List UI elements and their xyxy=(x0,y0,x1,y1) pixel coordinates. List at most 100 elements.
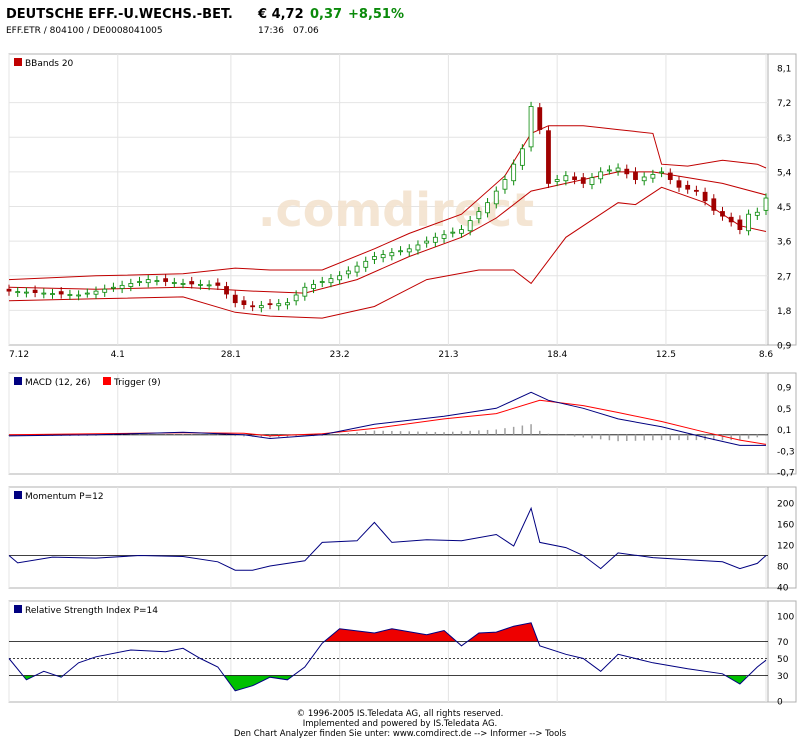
legend-rsi: Relative Strength Index P=14 xyxy=(25,606,158,616)
candle-body xyxy=(424,240,430,244)
candle-body xyxy=(441,234,447,239)
x-tick-label: 7.12 xyxy=(9,350,29,360)
candle-body xyxy=(32,289,38,293)
y-tick-label: 70 xyxy=(777,638,789,648)
candle-body xyxy=(293,294,299,302)
y-tick-label: 8,1 xyxy=(777,65,791,75)
candle-body xyxy=(189,281,195,285)
legend-macd: MACD (12, 26) xyxy=(25,378,91,388)
candle-body xyxy=(398,250,403,253)
y-tick-label: 40 xyxy=(777,584,789,594)
candle-body xyxy=(258,305,264,309)
candle-body xyxy=(432,236,438,243)
candle-body xyxy=(589,177,595,185)
candle-body xyxy=(267,303,273,306)
y-tick-label: 50 xyxy=(777,655,789,665)
chart-canvas: .comdirect 8,1 7,2 6,3 5,4 4,5 3,6 2,7 1,8 0,9 0,… xyxy=(6,53,797,708)
candle-body xyxy=(676,180,682,188)
legend-trigger: Trigger (9) xyxy=(113,378,161,388)
candle-body xyxy=(380,254,386,259)
candle-body xyxy=(328,278,334,284)
legend-swatch-bbands xyxy=(14,58,22,66)
y-tick-label: 160 xyxy=(777,521,794,531)
candle-body xyxy=(624,168,630,175)
candle-body xyxy=(50,293,55,295)
y-tick-label: 0,5 xyxy=(777,405,791,415)
candle-body xyxy=(93,290,99,295)
candle-body xyxy=(693,189,699,192)
rsi-overbought-fill xyxy=(467,622,538,642)
y-tick-label: 1,8 xyxy=(777,307,792,317)
candle-body xyxy=(763,197,769,211)
x-tick-label: 21.3 xyxy=(438,350,458,360)
x-tick-label: 12.5 xyxy=(656,350,676,360)
x-tick-label: 8.6 xyxy=(759,350,774,360)
candle-body xyxy=(641,176,647,182)
candle-body xyxy=(6,288,12,292)
candle-body xyxy=(319,281,325,283)
candle-body xyxy=(685,184,691,190)
candle-body xyxy=(345,270,351,275)
powered-by-line: Implemented and powered by IS.Teledata A… xyxy=(302,719,498,729)
y-tick-label: -0,3 xyxy=(777,447,795,457)
candle-body xyxy=(467,220,473,232)
candle-body xyxy=(232,294,238,304)
candle-body xyxy=(615,167,621,172)
candle-body xyxy=(537,107,543,130)
candle-body xyxy=(493,190,499,205)
candle-body xyxy=(450,231,456,234)
candle-body xyxy=(24,291,29,294)
candle-body xyxy=(198,284,203,286)
candle-body xyxy=(511,163,517,182)
candle-body xyxy=(363,260,369,268)
candle-body xyxy=(171,282,177,284)
candle-body xyxy=(528,106,534,148)
legend-swatch-trigger xyxy=(103,377,111,385)
candle-body xyxy=(372,256,377,260)
y-tick-label: 4,5 xyxy=(777,203,791,213)
candle-body xyxy=(702,191,708,202)
candle-body xyxy=(76,294,82,297)
candle-body xyxy=(728,216,734,223)
candle-body xyxy=(311,284,316,289)
y-tick-label: 100 xyxy=(777,613,794,623)
y-tick-label: 3,6 xyxy=(777,238,792,248)
candle-body xyxy=(659,171,664,174)
candle-body xyxy=(337,275,343,281)
x-tick-label: 4.1 xyxy=(111,350,125,360)
candle-body xyxy=(111,286,116,289)
candle-body xyxy=(415,244,421,251)
panel-frame-3 xyxy=(8,600,797,703)
candle-body xyxy=(737,219,743,230)
candle-body xyxy=(519,148,525,166)
x-tick-label: 18.4 xyxy=(547,350,567,360)
y-tick-label: 0,9 xyxy=(777,384,792,394)
candle-body xyxy=(241,300,247,306)
candle-body xyxy=(15,291,21,294)
candle-body xyxy=(206,284,212,287)
y-tick-label: 80 xyxy=(777,563,789,573)
x-tick-label: 23.2 xyxy=(330,350,350,360)
candle-body xyxy=(502,179,508,190)
candle-body xyxy=(145,279,151,284)
candle-body xyxy=(128,283,134,287)
legend-swatch-rsi xyxy=(14,605,22,613)
candle-body xyxy=(572,176,577,180)
candle-body xyxy=(180,283,186,285)
legend-momentum: Momentum P=12 xyxy=(25,492,104,502)
x-tick-label: 28.1 xyxy=(221,350,241,360)
panel-frame-1 xyxy=(8,372,797,475)
y-tick-label: 7,2 xyxy=(777,99,791,109)
y-tick-label: 5,4 xyxy=(777,168,792,178)
candle-body xyxy=(633,171,638,180)
candle-body xyxy=(154,280,160,282)
candle-body xyxy=(137,281,142,283)
candle-body xyxy=(84,292,90,295)
legend-swatch-macd xyxy=(14,377,22,385)
candle-body xyxy=(580,177,586,184)
y-tick-label: 2,7 xyxy=(777,272,791,282)
y-tick-label: 0,9 xyxy=(777,342,792,352)
y-tick-label: -0,7 xyxy=(777,469,795,479)
rsi-oversold-fill xyxy=(726,675,747,684)
candle-body xyxy=(606,169,612,172)
